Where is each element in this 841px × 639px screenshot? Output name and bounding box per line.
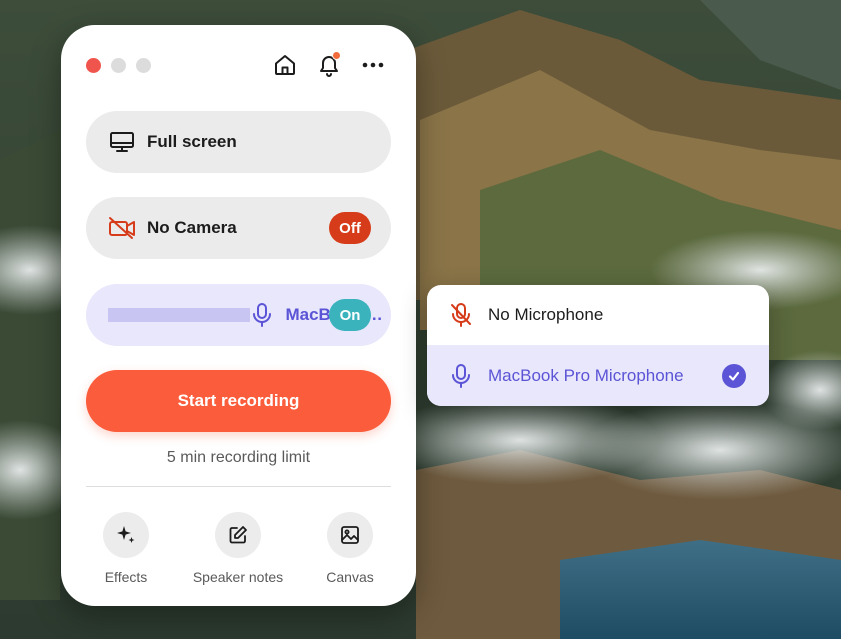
more-icon [362,62,384,68]
camera-toggle[interactable]: Off [329,212,371,244]
dropdown-item-macbook-microphone[interactable]: MacBook Pro Microphone [427,345,769,406]
divider [86,486,391,487]
monitor-icon [108,128,136,156]
more-options-button[interactable] [360,51,386,79]
header-actions [272,51,386,79]
minimize-window-button[interactable] [111,58,126,73]
effects-label: Effects [104,569,148,585]
dropdown-item-label: MacBook Pro Microphone [488,365,684,385]
camera-source-selector[interactable]: No Camera Off [86,197,391,259]
speaker-notes-label: Speaker notes [192,569,284,585]
start-recording-button[interactable]: Start recording [86,370,391,432]
screen-source-label: Full screen [147,132,237,151]
canvas-label: Canvas [326,569,374,585]
image-icon [341,526,359,544]
camera-source-label: No Camera [147,218,237,237]
dropdown-item-no-microphone[interactable]: No Microphone [427,285,769,345]
sparkles-icon [117,526,135,543]
window-controls [86,58,151,73]
camera-off-icon [108,214,136,242]
microphone-toggle[interactable]: On [329,299,371,331]
dropdown-item-label: No Microphone [488,305,604,324]
home-button[interactable] [272,51,298,79]
close-window-button[interactable] [86,58,101,73]
effects-tool-button[interactable]: Effects [71,512,181,585]
microphone-source-selector[interactable]: MacBook Pro Microphone On [86,284,391,346]
edit-note-icon [229,526,247,544]
microphone-icon [447,362,475,390]
screen-source-selector[interactable]: Full screen [86,111,391,173]
microphone-level-meter [108,308,251,322]
microphone-off-icon [447,301,475,329]
canvas-tool-button[interactable]: Canvas [295,512,405,585]
recorder-panel: Full screen No Camera Off MacBook Pro Mi… [61,25,416,606]
microphone-icon [250,301,274,329]
notifications-button[interactable] [316,51,342,79]
microphone-dropdown: No Microphone MacBook Pro Microphone [427,285,769,406]
speaker-notes-tool-button[interactable]: Speaker notes [183,512,293,585]
home-icon [275,55,295,75]
recording-limit-text: 5 min recording limit [166,449,311,466]
zoom-window-button[interactable] [136,58,151,73]
checkmark-icon [722,364,746,388]
notification-badge [332,51,341,60]
